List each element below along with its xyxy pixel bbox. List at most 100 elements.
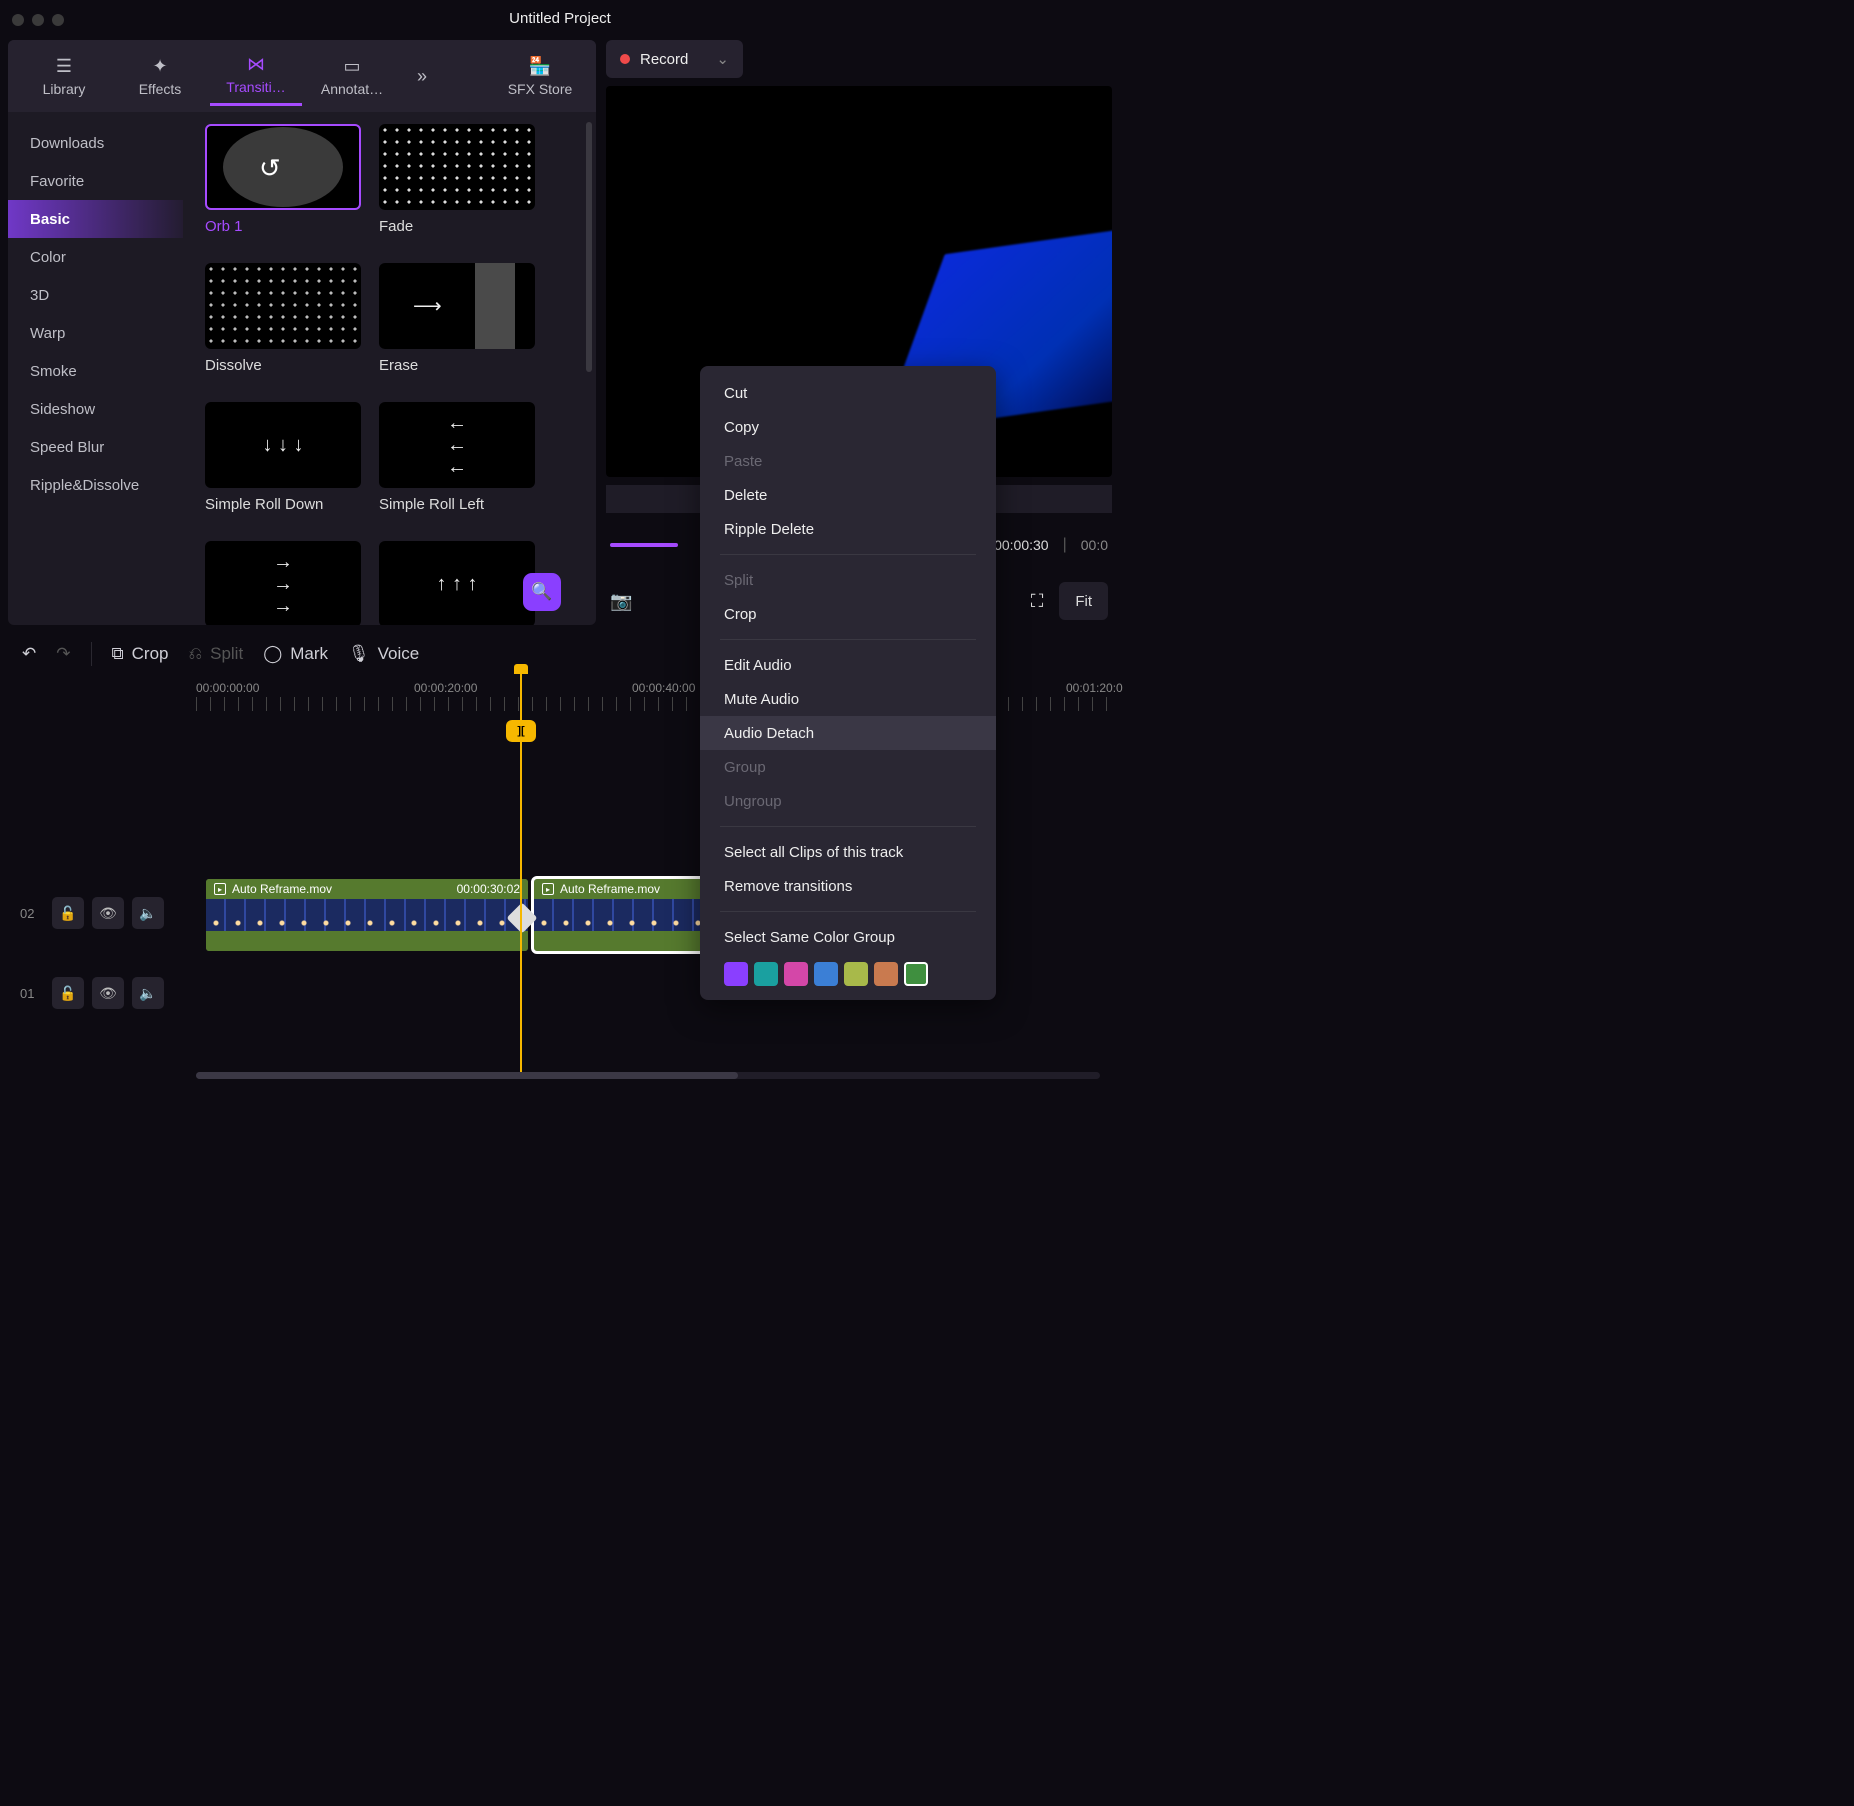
toolbar-label: Voice (378, 644, 420, 664)
sidebar-item-color[interactable]: Color (8, 238, 183, 276)
timeline-horizontal-scrollbar[interactable] (196, 1072, 1100, 1079)
thumb-label: Simple Roll Left (379, 496, 539, 513)
undo-button[interactable]: ↶ (22, 644, 36, 664)
ctx-select-same-color-label: Select Same Color Group (700, 920, 996, 954)
minimize-window-icon[interactable] (32, 14, 44, 26)
scrollbar-thumb[interactable] (196, 1072, 738, 1079)
left-panel: ☰ Library ✦ Effects ⋈ Transiti… ▭ Annota… (8, 40, 596, 625)
ctx-remove-transitions[interactable]: Remove transitions (700, 869, 996, 903)
sidebar-item-downloads[interactable]: Downloads (8, 124, 183, 162)
color-swatch-teal[interactable] (754, 962, 778, 986)
transition-simple-roll-left[interactable]: ←←← Simple Roll Left (379, 402, 539, 513)
ctx-split: Split (700, 563, 996, 597)
tab-transitions[interactable]: ⋈ Transiti… (210, 46, 302, 106)
ctx-separator (720, 639, 976, 640)
ctx-delete[interactable]: Delete (700, 478, 996, 512)
sidebar-item-speed-blur[interactable]: Speed Blur (8, 428, 183, 466)
thumb-label: Simple Roll Down (205, 496, 365, 513)
toolbar-label: Crop (132, 644, 169, 664)
track-lock-button[interactable]: 🔓 (52, 977, 84, 1009)
ruler-tick-label: 00:00:40:00 (632, 681, 695, 695)
ctx-copy[interactable]: Copy (700, 410, 996, 444)
arrows-right-icon: →→→ (273, 551, 293, 617)
ruler-tick-label: 00:01:20:0 (1066, 681, 1123, 695)
transition-next-b[interactable]: ↑ ↑ ↑ (379, 541, 539, 625)
tab-annotations[interactable]: ▭ Annotat… (306, 46, 398, 106)
crop-button[interactable]: ⧉Crop (112, 644, 169, 664)
color-swatch-blue[interactable] (814, 962, 838, 986)
tab-label: Transiti… (226, 79, 285, 95)
grid-scrollbar[interactable] (586, 122, 592, 372)
sidebar-item-warp[interactable]: Warp (8, 314, 183, 352)
search-button[interactable]: 🔍 (523, 573, 561, 611)
transition-fade[interactable]: Fade (379, 124, 539, 235)
track-number: 02 (20, 906, 44, 921)
orb-icon (223, 127, 343, 207)
arrows-down-icon: ↓ ↓ ↓ (262, 434, 303, 457)
chevron-down-icon: ⌄ (716, 50, 729, 68)
ctx-edit-audio[interactable]: Edit Audio (700, 648, 996, 682)
tab-library[interactable]: ☰ Library (18, 46, 110, 106)
split-button[interactable]: ⎌Split (189, 644, 244, 664)
sidebar-item-favorite[interactable]: Favorite (8, 162, 183, 200)
ctx-cut[interactable]: Cut (700, 376, 996, 410)
record-button[interactable]: Record ⌄ (606, 40, 743, 78)
sidebar-item-basic[interactable]: Basic (8, 200, 183, 238)
color-swatch-magenta[interactable] (784, 962, 808, 986)
track-mute-button[interactable]: 🔈 (132, 977, 164, 1009)
track-mute-button[interactable]: 🔈 (132, 897, 164, 929)
mark-button[interactable]: ◯Mark (263, 644, 328, 664)
ctx-mute-audio[interactable]: Mute Audio (700, 682, 996, 716)
transition-simple-roll-down[interactable]: ↓ ↓ ↓ Simple Roll Down (205, 402, 365, 513)
redo-button[interactable]: ↷ (56, 644, 70, 664)
ctx-select-all-track[interactable]: Select all Clips of this track (700, 835, 996, 869)
transition-next-a[interactable]: →→→ (205, 541, 365, 625)
clip-header: ▸ Auto Reframe.mov 00:00:30:02 (206, 879, 528, 899)
arrows-up-icon: ↑ ↑ ↑ (436, 573, 477, 596)
color-swatch-olive[interactable] (844, 962, 868, 986)
progress-bar[interactable] (610, 543, 678, 547)
voice-button[interactable]: 🎙 Voice (348, 644, 419, 664)
close-window-icon[interactable] (12, 14, 24, 26)
track-head: 01 🔓 👁 🔈 (0, 977, 186, 1009)
transition-erase[interactable]: ⟶ Erase (379, 263, 539, 374)
playhead[interactable]: ][ (520, 672, 522, 1072)
sidebar-item-sideshow[interactable]: Sideshow (8, 390, 183, 428)
color-swatch-purple[interactable] (724, 962, 748, 986)
timeline-clip-a[interactable]: ▸ Auto Reframe.mov 00:00:30:02 (206, 879, 528, 951)
split-icon: ⎌ (189, 644, 203, 664)
maximize-window-icon[interactable] (52, 14, 64, 26)
thumb-preview: ↓ ↓ ↓ (205, 402, 361, 488)
track-head: 02 🔓 👁 🔈 (0, 897, 186, 929)
track-visibility-button[interactable]: 👁 (92, 897, 124, 929)
tab-more[interactable]: » (402, 46, 442, 106)
track-lock-button[interactable]: 🔓 (52, 897, 84, 929)
dot-grid-icon (205, 263, 361, 349)
playhead-handle-icon[interactable]: ][ (506, 720, 536, 742)
toolbar-label: Mark (290, 644, 328, 664)
track-visibility-button[interactable]: 👁 (92, 977, 124, 1009)
transition-dissolve[interactable]: Dissolve (205, 263, 365, 374)
sidebar-item-ripple-dissolve[interactable]: Ripple&Dissolve (8, 466, 183, 504)
thumb-label: Fade (379, 218, 539, 235)
snapshot-button[interactable]: 📷 (610, 591, 632, 612)
ctx-ungroup: Ungroup (700, 784, 996, 818)
ctx-crop[interactable]: Crop (700, 597, 996, 631)
tab-effects[interactable]: ✦ Effects (114, 46, 206, 106)
clip-time: 00:00:30:02 (457, 882, 520, 896)
color-swatch-green[interactable] (904, 962, 928, 986)
thumb-preview: ←←← (379, 402, 535, 488)
clip-name: Auto Reframe.mov (560, 882, 660, 896)
record-dot-icon (620, 54, 630, 64)
ctx-ripple-delete[interactable]: Ripple Delete (700, 512, 996, 546)
sidebar-item-smoke[interactable]: Smoke (8, 352, 183, 390)
fullscreen-button[interactable]: ⛶ (1031, 591, 1044, 612)
arrow-right-icon: ⟶ (413, 294, 442, 319)
transition-orb1[interactable]: Orb 1 (205, 124, 365, 235)
microphone-icon: 🎙 (348, 644, 370, 664)
sidebar-item-3d[interactable]: 3D (8, 276, 183, 314)
color-swatch-orange[interactable] (874, 962, 898, 986)
fit-button[interactable]: Fit (1059, 582, 1108, 620)
tab-sfx-store[interactable]: 🏪 SFX Store (494, 46, 586, 106)
ctx-audio-detach[interactable]: Audio Detach (700, 716, 996, 750)
